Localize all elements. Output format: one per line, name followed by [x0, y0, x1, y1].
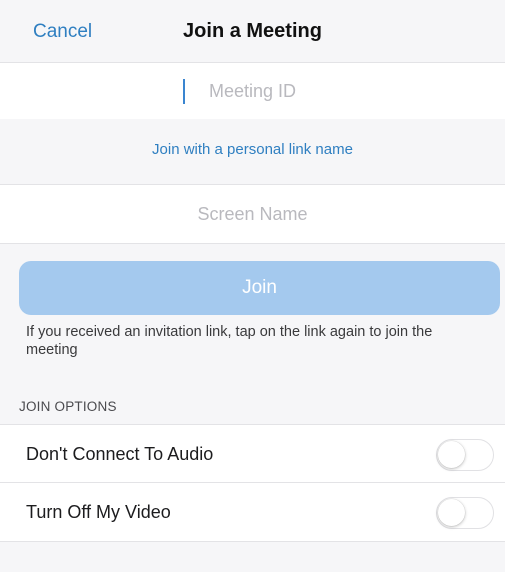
join-options-header: JOIN OPTIONS: [19, 399, 117, 414]
option-row-audio: Don't Connect To Audio: [0, 424, 505, 483]
invitation-hint: If you received an invitation link, tap …: [26, 324, 433, 358]
screen-name-row: [0, 184, 505, 244]
personal-link-row: Join with a personal link name: [0, 119, 505, 185]
page-title: Join a Meeting: [183, 20, 322, 42]
option-row-video: Turn Off My Video: [0, 483, 505, 542]
screen-name-input[interactable]: [0, 185, 505, 243]
personal-link-button[interactable]: Join with a personal link name: [0, 141, 505, 158]
navigation-bar: Cancel Join a Meeting: [0, 0, 505, 64]
audio-toggle[interactable]: [436, 439, 494, 471]
option-label-video: Turn Off My Video: [26, 502, 171, 522]
video-toggle[interactable]: [436, 497, 494, 529]
toggle-knob: [438, 499, 465, 526]
join-button[interactable]: Join: [19, 261, 500, 315]
text-cursor: [183, 79, 185, 104]
option-label-audio: Don't Connect To Audio: [26, 444, 214, 464]
toggle-knob: [438, 441, 465, 468]
meeting-id-input[interactable]: [0, 63, 505, 119]
meeting-id-row: [0, 62, 505, 120]
